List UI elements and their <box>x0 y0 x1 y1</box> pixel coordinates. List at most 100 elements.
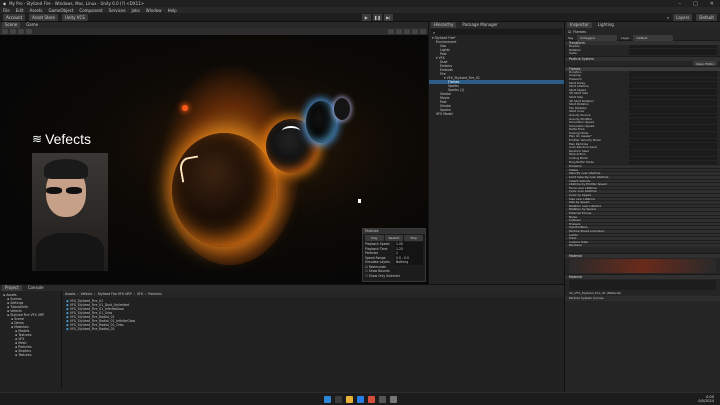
property-field[interactable] <box>629 139 717 143</box>
property-field[interactable] <box>629 149 717 153</box>
particles-stop-button[interactable]: Stop <box>404 235 424 241</box>
folder-item[interactable]: ▪ Textures <box>0 353 61 357</box>
active-checkbox[interactable]: ☑ <box>568 30 571 34</box>
hierarchy-search-input[interactable]: ⌕ <box>431 29 562 35</box>
property-field[interactable] <box>629 146 717 150</box>
property-field[interactable] <box>629 121 717 125</box>
tab-game[interactable]: Game <box>23 22 41 28</box>
gizmos-icon[interactable] <box>388 29 394 34</box>
layers-dropdown[interactable]: Layers <box>673 13 693 21</box>
vector3-field[interactable] <box>629 48 717 52</box>
move-tool-icon[interactable] <box>2 29 8 34</box>
scale-tool-icon[interactable] <box>18 29 24 34</box>
unity-hub-icon[interactable] <box>378 395 386 403</box>
property-field[interactable] <box>629 70 717 74</box>
breadcrumb-item[interactable]: Assets <box>65 291 75 297</box>
menu-window[interactable]: Window <box>146 8 162 13</box>
material-header-1[interactable]: Material <box>565 252 720 258</box>
property-field[interactable] <box>629 81 717 85</box>
simulate-layers-dropdown[interactable]: Nothing <box>395 260 423 265</box>
tab-scene[interactable]: Scene <box>2 22 21 28</box>
search-icon[interactable]: ⌕ <box>667 15 669 20</box>
property-field[interactable] <box>629 124 717 128</box>
rotate-tool-icon[interactable] <box>10 29 16 34</box>
pause-icon[interactable]: ❚❚ <box>372 13 382 21</box>
tab-package-manager[interactable]: Package Manager <box>459 22 500 28</box>
property-field[interactable] <box>629 106 717 110</box>
file-item[interactable]: ◉ VFX_Stylized_Fire_Radial_02 <box>66 327 560 331</box>
property-field[interactable] <box>629 74 717 78</box>
close-icon[interactable]: ✕ <box>710 1 714 7</box>
property-field[interactable] <box>629 157 717 161</box>
property-field[interactable] <box>629 113 717 117</box>
menu-component[interactable]: Component <box>79 8 102 13</box>
particles-play-button[interactable]: Play <box>365 235 384 241</box>
breadcrumb-item[interactable]: Stylized Fire VFX URP <box>98 291 132 297</box>
ps-module-header[interactable]: Renderer <box>565 243 720 247</box>
menu-file[interactable]: File <box>3 8 10 13</box>
fx-toggle-icon[interactable] <box>412 29 418 34</box>
lighting-toggle-icon[interactable] <box>396 29 402 34</box>
property-field[interactable] <box>629 153 717 157</box>
search-icon[interactable] <box>334 395 342 403</box>
webcam-hair <box>44 159 88 179</box>
ps-module-list: Emission Shape Velocity over Lifetime Limit… <box>565 164 720 247</box>
menu-assets[interactable]: Assets <box>29 8 42 13</box>
browser-icon[interactable] <box>356 395 364 403</box>
maximize-icon[interactable]: □ <box>693 1 698 7</box>
tab-inspector[interactable]: Inspector <box>567 22 592 28</box>
audio-toggle-icon[interactable] <box>404 29 410 34</box>
object-name-field[interactable]: Flames <box>573 30 586 34</box>
layout-dropdown[interactable]: Default <box>696 13 717 21</box>
menu-jobs[interactable]: Jobs <box>132 8 140 13</box>
menu-edit[interactable]: Edit <box>16 8 24 13</box>
property-field[interactable] <box>629 131 717 135</box>
property-field[interactable] <box>629 77 717 81</box>
menu-services[interactable]: Services <box>109 8 126 13</box>
vcs-button[interactable]: Unity VCS <box>61 13 88 21</box>
property-field[interactable] <box>629 142 717 146</box>
vector3-field[interactable] <box>629 52 717 56</box>
property-field[interactable] <box>629 103 717 107</box>
property-field[interactable] <box>629 92 717 96</box>
chrome-icon[interactable] <box>367 395 375 403</box>
file-explorer-icon[interactable] <box>345 395 353 403</box>
webcam-overlay <box>32 153 108 271</box>
menu-gameobject[interactable]: GameObject <box>48 8 73 13</box>
breadcrumb-item[interactable]: Particles <box>148 291 161 297</box>
property-field[interactable] <box>629 128 717 132</box>
property-field[interactable] <box>629 95 717 99</box>
step-icon[interactable]: ▶| <box>383 13 393 21</box>
show-only-selected-checkbox[interactable]: ☐ Show Only Selected <box>363 274 425 279</box>
tab-lighting[interactable]: Lighting <box>595 22 617 28</box>
particles-restart-button[interactable]: Restart <box>384 235 404 241</box>
particles-overlay-panel: Particles Play Restart Stop Playback Spe… <box>362 228 426 282</box>
particle-curves-label[interactable]: Particle System Curves <box>565 295 720 301</box>
asset-store-button[interactable]: Asset Store <box>29 13 58 21</box>
system-clock[interactable]: 0:00 0/0/2024 <box>698 395 714 403</box>
vector3-field[interactable] <box>629 45 717 48</box>
property-field[interactable] <box>629 85 717 89</box>
account-button[interactable]: Account <box>3 13 26 21</box>
property-field[interactable] <box>629 88 717 92</box>
breadcrumb-item[interactable]: Vefects <box>81 291 93 297</box>
property-field[interactable] <box>629 117 717 121</box>
play-icon[interactable]: ▶ <box>361 13 371 21</box>
material-header-2[interactable]: Material <box>565 273 720 279</box>
camera-icon[interactable] <box>420 29 426 34</box>
property-field[interactable] <box>629 110 717 114</box>
tab-hierarchy[interactable]: Hierarchy <box>431 22 457 28</box>
layer-dropdown[interactable]: Default <box>633 34 674 41</box>
hierarchy-item[interactable]: VFX Model <box>429 112 564 116</box>
rect-tool-icon[interactable] <box>26 29 32 34</box>
unity-icon[interactable] <box>389 395 397 403</box>
minimize-icon[interactable]: – <box>679 1 682 7</box>
breadcrumb-item[interactable]: VFX <box>137 291 143 297</box>
open-editor-button[interactable]: Open Editor <box>693 60 717 66</box>
property-field[interactable] <box>629 99 717 103</box>
property-field[interactable] <box>629 135 717 139</box>
tag-dropdown[interactable]: Untagged <box>577 34 618 41</box>
windows-start-icon[interactable] <box>323 395 331 403</box>
property-field[interactable] <box>629 160 717 164</box>
menu-help[interactable]: Help <box>168 8 177 13</box>
